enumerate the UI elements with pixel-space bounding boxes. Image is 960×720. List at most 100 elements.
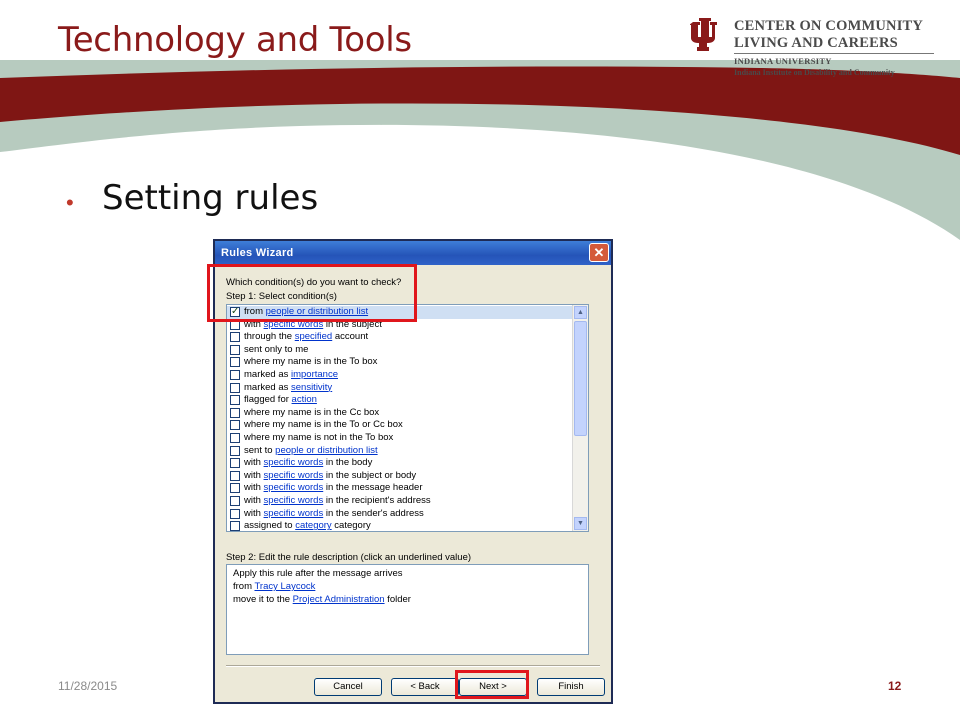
description-line: move it to the Project Administration fo… <box>233 594 411 605</box>
condition-checkbox[interactable] <box>230 344 240 355</box>
condition-text: where my name is not in the To box <box>244 432 394 443</box>
condition-item[interactable]: marked as sensitivity <box>227 382 574 395</box>
condition-checkbox[interactable] <box>230 395 240 406</box>
rule-description-box: Apply this rule after the message arrive… <box>226 564 589 655</box>
back-button[interactable]: < Back <box>391 678 459 696</box>
condition-link[interactable]: specific words <box>264 470 324 481</box>
condition-checkbox[interactable] <box>230 483 240 494</box>
iu-trident-icon <box>690 18 717 51</box>
highlight-conditions <box>207 264 417 322</box>
condition-link[interactable]: action <box>292 394 317 405</box>
condition-checkbox[interactable] <box>230 445 240 456</box>
logo-line2: LIVING AND CAREERS <box>734 35 898 51</box>
logo-rule <box>734 53 934 54</box>
condition-text: account <box>332 331 369 343</box>
condition-label: with specific words in the sender's addr… <box>244 508 424 521</box>
condition-label: where my name is in the To or Cc box <box>244 419 403 432</box>
close-icon[interactable]: ✕ <box>589 243 609 262</box>
finish-button[interactable]: Finish <box>537 678 605 696</box>
condition-text: with <box>244 482 264 494</box>
description-line: Apply this rule after the message arrive… <box>233 568 403 579</box>
condition-text: marked as <box>244 369 291 380</box>
footer-date: 11/28/2015 <box>58 679 118 693</box>
description-text: folder <box>384 594 411 605</box>
scroll-thumb[interactable] <box>574 321 587 436</box>
sender-link[interactable]: Tracy Laycock <box>254 581 315 592</box>
condition-link[interactable]: specific words <box>264 495 324 506</box>
condition-link[interactable]: specific words <box>264 482 324 493</box>
condition-label: sent to people or distribution list <box>244 445 378 458</box>
scroll-up-icon[interactable]: ▲ <box>574 306 587 319</box>
condition-checkbox[interactable] <box>230 508 240 519</box>
condition-text: with <box>244 469 264 481</box>
condition-link[interactable]: importance <box>291 369 338 380</box>
condition-checkbox[interactable] <box>230 357 240 368</box>
condition-label: marked as sensitivity <box>244 382 332 395</box>
slide-title: Technology and Tools <box>58 20 412 60</box>
condition-checkbox[interactable] <box>230 332 240 343</box>
condition-item[interactable]: marked as importance <box>227 369 574 382</box>
condition-text: with <box>244 457 264 469</box>
ccl-logo: CENTER ON COMMUNITY LIVING AND CAREERS I… <box>690 16 940 80</box>
condition-label: where my name is not in the To box <box>244 432 393 445</box>
condition-item[interactable]: where my name is in the To box <box>227 356 574 369</box>
condition-item[interactable]: sent only to me <box>227 344 574 357</box>
condition-item[interactable]: sent to people or distribution list <box>227 445 574 458</box>
logo-line4: Indiana Institute on Disability and Comm… <box>734 68 895 77</box>
condition-checkbox[interactable] <box>230 470 240 481</box>
condition-link[interactable]: category <box>295 520 331 531</box>
highlight-next-button <box>455 670 529 699</box>
condition-item[interactable]: with specific words in the message heade… <box>227 482 574 495</box>
condition-checkbox[interactable] <box>230 382 240 393</box>
condition-text: flagged for <box>244 394 292 406</box>
condition-link[interactable]: people or distribution list <box>275 445 377 456</box>
dialog-title: Rules Wizard <box>221 247 294 259</box>
condition-label: where my name is in the Cc box <box>244 407 379 420</box>
condition-list[interactable]: ✓ from people or distribution list with sp… <box>226 304 589 532</box>
condition-checkbox[interactable] <box>230 370 240 380</box>
folder-link[interactable]: Project Administration <box>293 594 385 605</box>
condition-checkbox[interactable] <box>230 458 240 469</box>
step2-label: Step 2: Edit the rule description (click… <box>226 552 472 563</box>
condition-link[interactable]: sensitivity <box>291 382 332 393</box>
scroll-down-icon[interactable]: ▼ <box>574 517 587 530</box>
condition-checkbox[interactable] <box>230 433 240 443</box>
condition-label: through the specified account <box>244 331 368 344</box>
condition-item[interactable]: flagged for action <box>227 394 574 407</box>
condition-text: sent to <box>244 444 276 456</box>
description-text: from <box>233 581 255 592</box>
condition-text: in the sender's address <box>323 507 424 519</box>
condition-item[interactable]: where my name is in the To or Cc box <box>227 419 574 432</box>
description-text: move it to the <box>233 594 293 605</box>
page-number: 12 <box>888 679 902 693</box>
condition-scrollbar[interactable]: ▲ ▼ <box>572 305 588 531</box>
condition-label: with specific words in the recipient's a… <box>244 495 431 508</box>
condition-label: assigned to category category <box>244 520 371 531</box>
condition-link[interactable]: specified <box>295 331 333 342</box>
condition-text: with <box>244 507 264 519</box>
condition-item[interactable]: with specific words in the body <box>227 457 574 470</box>
condition-item[interactable]: with specific words in the subject or bo… <box>227 470 574 483</box>
condition-item[interactable]: where my name is not in the To box <box>227 432 574 445</box>
condition-label: sent only to me <box>244 344 308 357</box>
description-line: from Tracy Laycock <box>233 581 315 592</box>
condition-item[interactable]: through the specified account <box>227 331 574 344</box>
condition-checkbox[interactable] <box>230 496 240 506</box>
condition-checkbox[interactable] <box>230 420 240 431</box>
condition-link[interactable]: specific words <box>264 457 324 468</box>
cancel-button[interactable]: Cancel <box>314 678 382 696</box>
condition-item[interactable]: where my name is in the Cc box <box>227 407 574 420</box>
condition-text: where my name is in the Cc box <box>244 406 380 418</box>
condition-item[interactable]: with specific words in the sender's addr… <box>227 508 574 521</box>
logo-line1: CENTER ON COMMUNITY <box>734 18 924 34</box>
condition-checkbox[interactable] <box>230 521 240 531</box>
condition-item[interactable]: assigned to category category <box>227 520 574 531</box>
condition-link[interactable]: specific words <box>264 508 324 519</box>
dialog-titlebar[interactable]: Rules Wizard ✕ <box>215 241 611 265</box>
condition-checkbox[interactable] <box>230 407 240 418</box>
condition-text: where my name is in the To or Cc box <box>244 419 403 431</box>
condition-text: in the message header <box>323 482 423 494</box>
condition-label: with specific words in the subject or bo… <box>244 470 416 483</box>
condition-item[interactable]: with specific words in the recipient's a… <box>227 495 574 508</box>
condition-text: where my name is in the To box <box>244 356 378 368</box>
